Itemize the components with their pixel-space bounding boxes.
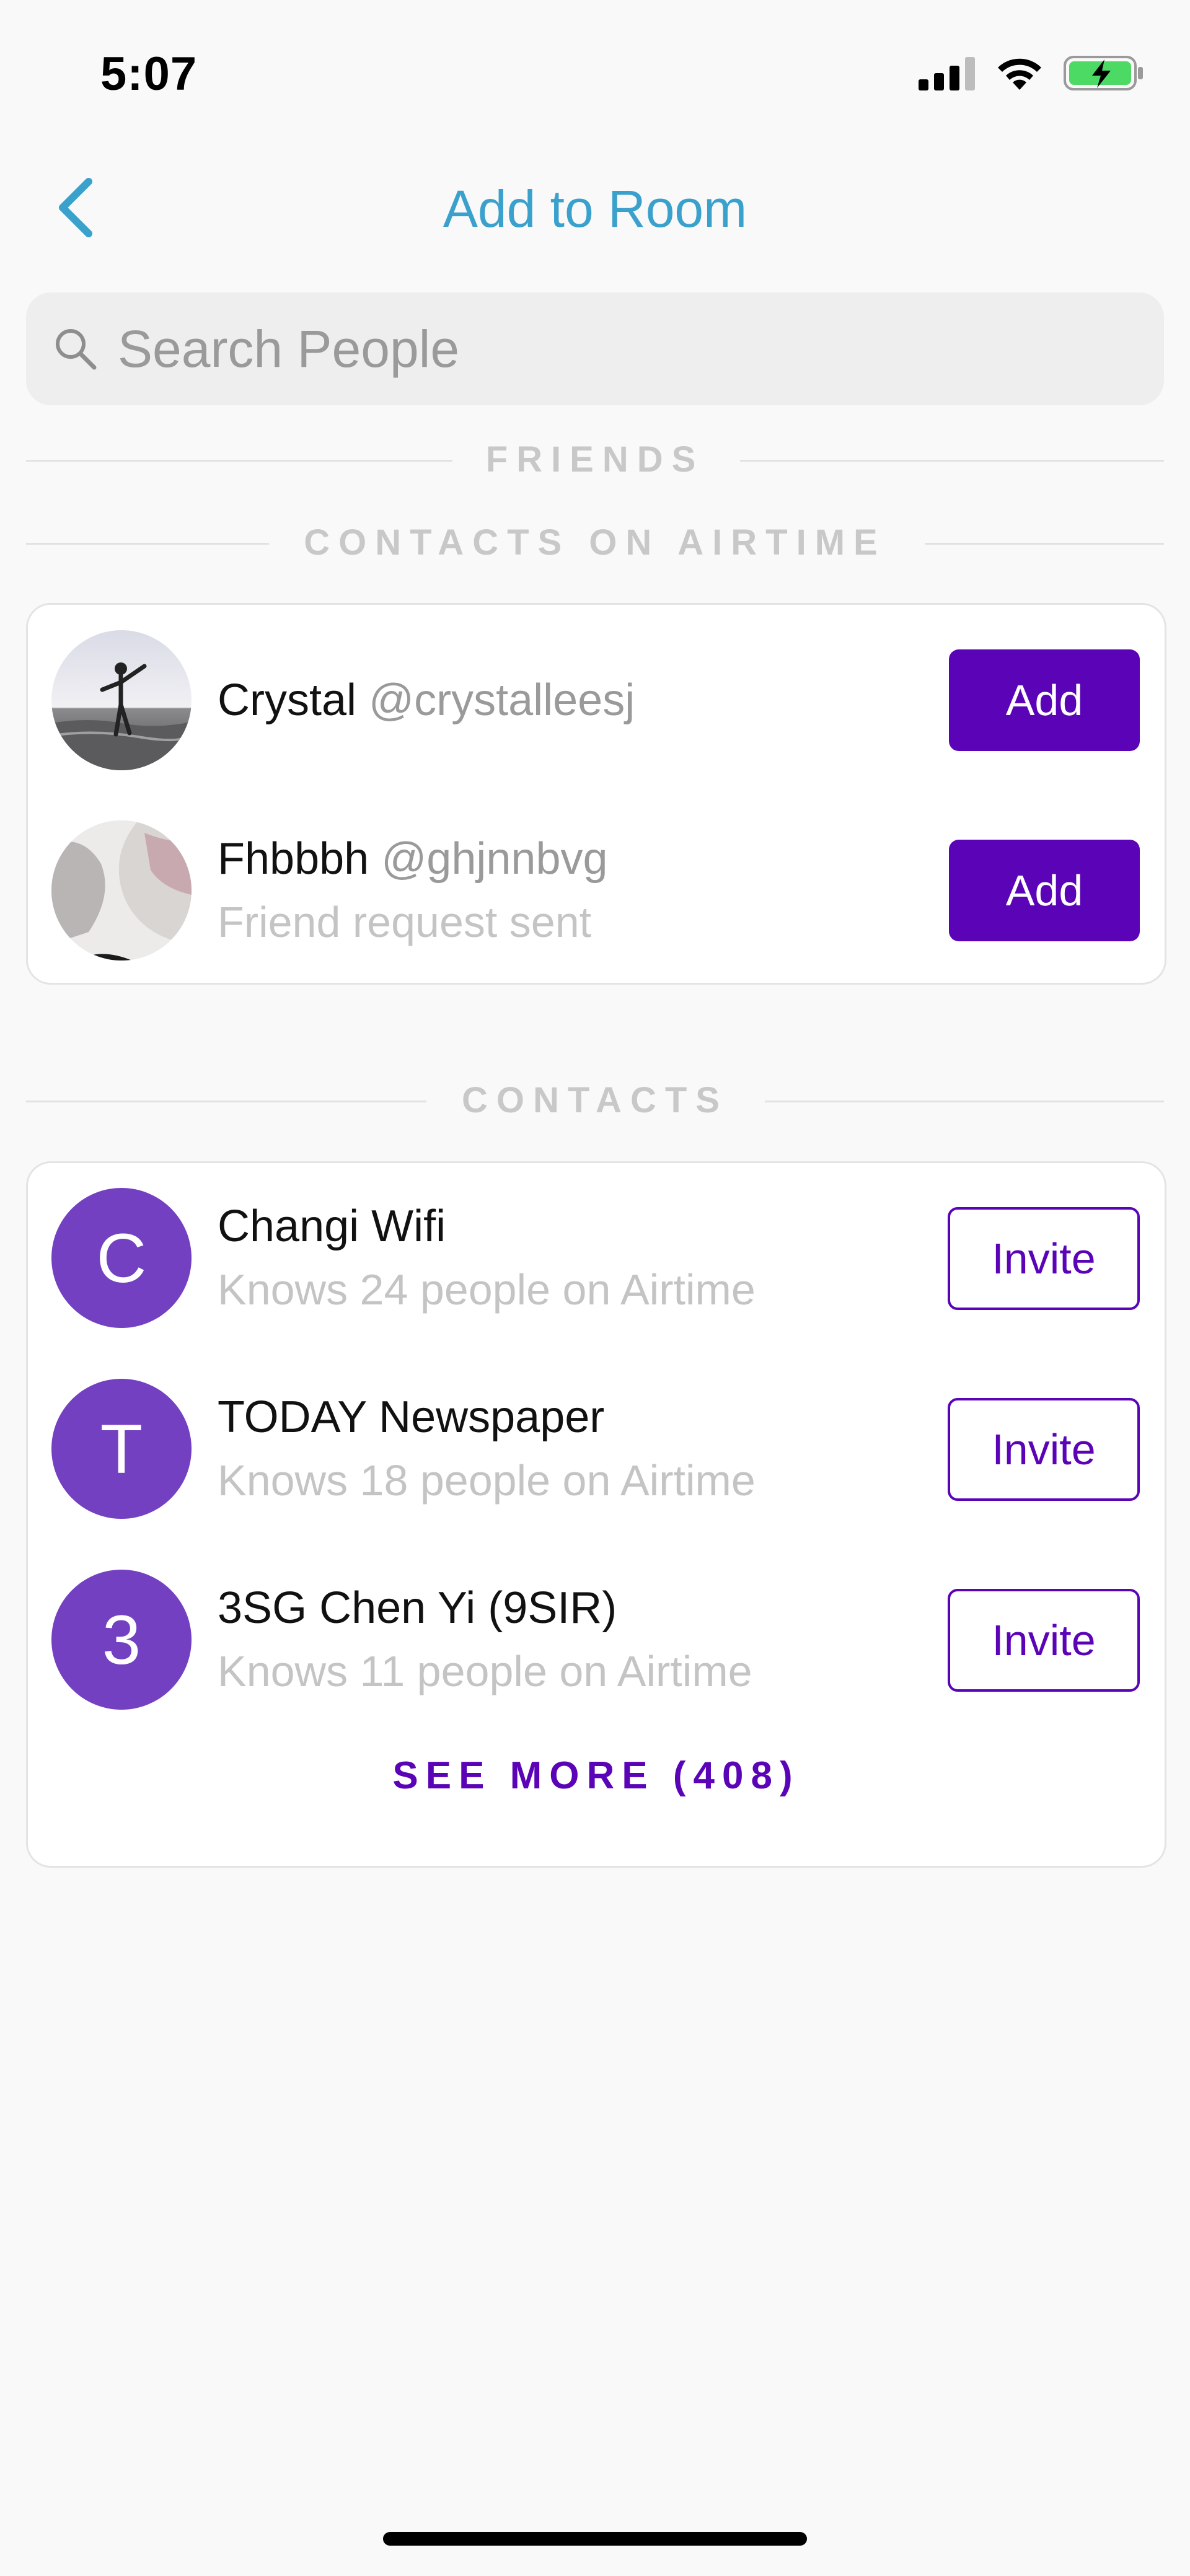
- contact-name: 3SG Chen Yi (9SIR): [218, 1583, 617, 1633]
- contact-name: Changi Wifi: [218, 1202, 446, 1251]
- airtime-contacts-card: Crystal @crystalleesj Add Fhbbbh @ghjnnb…: [26, 603, 1166, 985]
- avatar-photo: [51, 820, 192, 961]
- contact-name-line: Fhbbbh @ghjnnbvg: [218, 829, 608, 889]
- list-item: T TODAY Newspaper Knows 18 people on Air…: [28, 1379, 1165, 1521]
- contact-name: Fhbbbh: [218, 834, 369, 884]
- section-header-friends: FRIENDS: [26, 435, 1164, 485]
- search-bar[interactable]: [26, 292, 1164, 405]
- section-header-contacts-on-airtime: CONTACTS ON AIRTIME: [26, 518, 1164, 568]
- section-header-contacts: CONTACTS: [26, 1076, 1164, 1125]
- list-item: Crystal @crystalleesj Add: [28, 630, 1165, 773]
- invite-button[interactable]: Invite: [948, 1589, 1140, 1692]
- search-icon: [51, 324, 100, 374]
- avatar-photo: [51, 630, 192, 770]
- contact-name: Crystal: [218, 675, 357, 725]
- avatar-initial[interactable]: T: [51, 1379, 192, 1519]
- section-label-contacts: CONTACTS: [462, 1080, 728, 1120]
- search-input[interactable]: [117, 318, 1111, 380]
- avatar[interactable]: [51, 630, 192, 770]
- contact-detail: Knows 18 people on Airtime: [218, 1456, 756, 1505]
- cellular-signal-icon: [919, 57, 975, 90]
- invite-button[interactable]: Invite: [948, 1207, 1140, 1310]
- status-icons: [919, 51, 1145, 95]
- avatar-initial[interactable]: C: [51, 1188, 192, 1328]
- contact-detail: Knows 24 people on Airtime: [218, 1265, 756, 1314]
- add-button[interactable]: Add: [949, 840, 1140, 941]
- battery-charging-icon: [1064, 56, 1143, 90]
- add-button[interactable]: Add: [949, 649, 1140, 751]
- status-time: 5:07: [100, 48, 198, 100]
- invite-button[interactable]: Invite: [948, 1398, 1140, 1501]
- wifi-icon: [998, 58, 1041, 90]
- contact-detail: Knows 11 people on Airtime: [218, 1647, 752, 1695]
- avatar[interactable]: [51, 820, 192, 961]
- see-more-link[interactable]: SEE MORE (408): [28, 1748, 1165, 1804]
- contact-handle: @crystalleesj: [369, 675, 635, 725]
- list-item: Fhbbbh @ghjnnbvg Friend request sent Add: [28, 820, 1165, 963]
- home-indicator[interactable]: [383, 2532, 807, 2546]
- avatar-initial[interactable]: 3: [51, 1570, 192, 1710]
- contacts-card: C Changi Wifi Knows 24 people on Airtime…: [26, 1161, 1166, 1868]
- list-item: C Changi Wifi Knows 24 people on Airtime…: [28, 1188, 1165, 1330]
- section-label-contacts-on-airtime: CONTACTS ON AIRTIME: [304, 522, 886, 563]
- contact-handle: @ghjnnbvg: [381, 834, 608, 884]
- contact-name: TODAY Newspaper: [218, 1392, 605, 1442]
- contact-name-line: Crystal @crystalleesj: [218, 670, 635, 730]
- section-label-friends: FRIENDS: [485, 439, 705, 480]
- page-title: Add to Room: [443, 180, 747, 238]
- friend-request-status: Friend request sent: [218, 898, 592, 946]
- list-item: 3 3SG Chen Yi (9SIR) Knows 11 people on …: [28, 1570, 1165, 1712]
